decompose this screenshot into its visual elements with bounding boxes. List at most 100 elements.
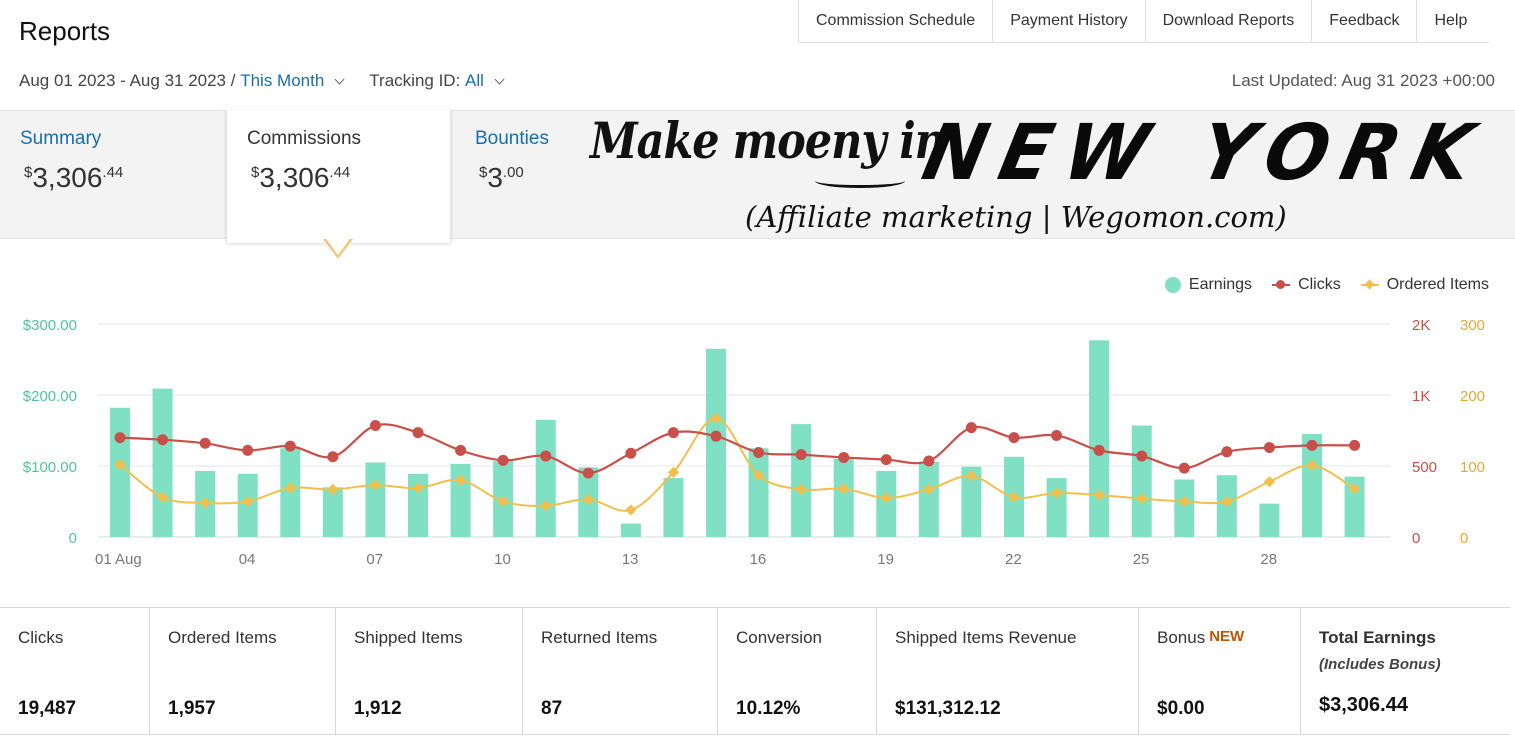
x-tick-label: 01 Aug [95,551,142,568]
stat-returned-value: 87 [541,698,563,719]
stat-total-earnings: Total Earnings (Includes Bonus) $3,306.4… [1301,608,1510,734]
nav-commission-schedule[interactable]: Commission Schedule [799,0,994,42]
clicks-point [114,432,126,444]
chevron-down-icon[interactable] [334,74,345,84]
earnings-bar [1046,478,1067,537]
stat-conversion-label: Conversion [736,628,822,647]
clicks-point [242,444,254,456]
earnings-bar [152,388,173,537]
y-ordered-tick-label: 100 [1460,459,1485,476]
clicks-point [412,427,424,439]
nav-payment-history[interactable]: Payment History [993,0,1146,42]
tab-bounties-label: Bounties [475,128,549,149]
x-tick-label: 19 [877,551,894,568]
period-dropdown[interactable]: This Month [240,71,324,91]
tab-bounties[interactable]: Bounties $3.00 [455,110,605,240]
new-badge: NEW [1209,628,1245,645]
clicks-point [1051,429,1063,441]
y-clicks-tick-label: 2K [1412,317,1430,334]
x-tick-label: 22 [1005,551,1022,568]
promo-script-text: Make moeny in [590,113,946,171]
tab-commissions[interactable]: Commissions $3,306.44 [226,110,451,243]
promo-swash-decoration [815,174,905,188]
stat-shipped-items: Shipped Items 1,912 [336,608,523,734]
chart-svg: $300.00 2K 300$200.00 1K 200$100.00 500 1000 0 0… [23,317,1485,568]
currency-symbol: $ [251,164,260,181]
earnings-bar [833,458,854,537]
earnings-bar [876,470,897,537]
date-range-text: Aug 01 2023 - Aug 31 2023 / [19,71,236,90]
nav-feedback[interactable]: Feedback [1312,0,1418,42]
amount-whole: 3 [487,162,503,193]
clicks-point [710,430,722,442]
stat-conversion-value: 10.12% [736,698,801,719]
promo-subtitle: (Affiliate marketing | Wegomon.com) [745,200,1287,234]
earnings-bar [110,407,130,537]
stat-shipped-value: 1,912 [354,698,402,719]
earnings-bar [918,461,939,537]
earnings-bar [663,478,684,537]
nav-help[interactable]: Help [1417,0,1489,42]
active-tab-pointer [323,237,353,259]
earnings-bar [365,462,386,537]
chevron-down-icon[interactable] [494,74,505,84]
clicks-point [497,454,509,466]
x-tick-label: 13 [622,551,639,568]
nav-download-reports[interactable]: Download Reports [1146,0,1313,42]
clicks-point [1306,439,1318,451]
y-clicks-tick-label: 1K [1412,388,1430,405]
page-title: Reports [19,16,111,46]
earnings-bar [535,419,556,537]
clicks-point [795,449,807,461]
clicks-point [455,444,467,456]
tab-summary[interactable]: Summary $3,306.44 [0,110,226,240]
clicks-point [923,455,935,467]
bonus-text: Bonus [1157,628,1206,647]
ordered-items-point [625,504,637,516]
y-clicks-tick-label: 500 [1412,459,1437,476]
x-tick-label: 07 [366,551,383,568]
stat-total-sub: (Includes Bonus) [1319,656,1441,673]
y-ordered-tick-label: 0 [1460,530,1468,547]
currency-symbol: $ [24,164,33,181]
clicks-point [838,451,850,463]
clicks-point [157,434,169,446]
tracking-id-dropdown[interactable]: All [465,71,484,91]
top-navigation: Commission Schedule Payment History Down… [798,0,1490,43]
clicks-point [540,450,552,462]
y-ordered-tick-label: 300 [1460,317,1485,334]
amount-cents: .00 [502,164,524,181]
earnings-bar [1259,503,1280,537]
amount-cents: .44 [102,164,124,181]
clicks-point [880,454,892,466]
stat-bonus-value: $0.00 [1157,698,1205,719]
earnings-bar [748,448,769,537]
stat-ordered-items: Ordered Items 1,957 [150,608,336,734]
clicks-point [625,447,637,459]
stat-revenue-value: $131,312.12 [895,698,1001,719]
x-tick-label: 28 [1260,551,1277,568]
currency-symbol: $ [479,164,488,181]
stats-bar: Clicks 19,487 Ordered Items 1,957 Shippe… [0,607,1510,735]
earnings-bar [706,348,726,537]
clicks-point [199,437,211,449]
y-left-tick-label: $300.00 [23,317,77,334]
stat-shipped-label: Shipped Items [354,628,463,647]
last-updated: Last Updated: Aug 31 2023 +00:00 [1231,71,1495,90]
tab-summary-amount: $3,306.44 [24,162,206,194]
stat-total-label: Total Earnings [1319,628,1436,647]
clicks-point [1263,442,1275,454]
stat-total-value: $3,306.44 [1319,694,1408,716]
earnings-bar [1089,340,1110,537]
x-tick-label: 10 [494,551,511,568]
clicks-point [369,420,381,432]
clicks-point [753,447,765,459]
amount-whole: 3,306 [32,162,103,193]
earnings-bar [620,523,641,537]
x-tick-label: 25 [1133,551,1150,568]
clicks-point [327,451,339,463]
report-filters: Aug 01 2023 - Aug 31 2023 / This Month T… [19,71,509,91]
tracking-id-label: Tracking ID: [369,71,461,90]
y-ordered-tick-label: 200 [1460,388,1485,405]
clicks-point [582,467,594,479]
